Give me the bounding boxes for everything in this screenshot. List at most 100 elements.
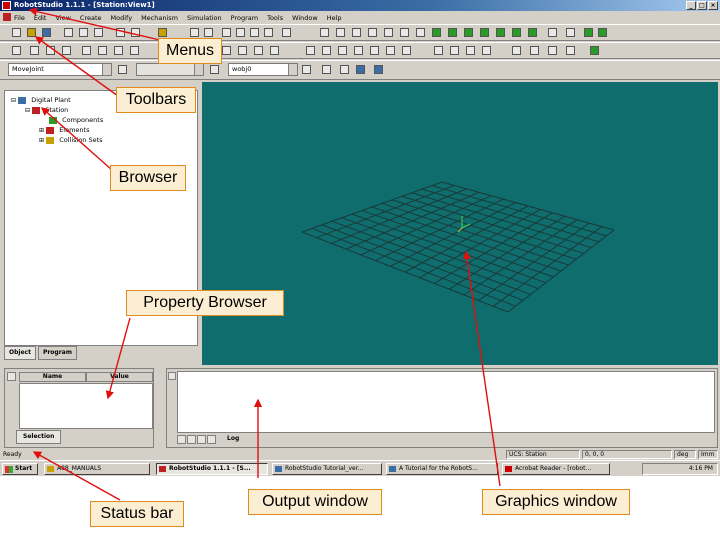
motion-type-select[interactable]: MoveJoint [8, 63, 112, 76]
close-button[interactable]: × [708, 1, 718, 10]
document-icon[interactable] [3, 13, 11, 21]
freehand-reorient-icon[interactable] [566, 46, 575, 55]
create-target-icon[interactable] [322, 65, 331, 74]
menu-program[interactable]: Program [231, 14, 258, 22]
cone-icon[interactable] [368, 28, 377, 37]
chevron-down-icon[interactable] [102, 64, 111, 75]
line-icon[interactable] [432, 28, 441, 37]
step-icon[interactable] [62, 46, 71, 55]
jog-linear-icon[interactable] [82, 46, 91, 55]
tree-item-digital-plant[interactable]: ⊟ Digital Plant [5, 95, 103, 105]
task-tutorial-doc[interactable]: RobotStudio Tutorial_ver... [272, 463, 382, 475]
teach-target-icon[interactable] [340, 65, 349, 74]
select-target-icon[interactable] [482, 46, 491, 55]
wobj-select[interactable]: wobj0 [228, 63, 298, 76]
play-icon[interactable] [12, 46, 21, 55]
menu-mechanism[interactable]: Mechanism [141, 14, 178, 22]
chevron-down-icon[interactable] [194, 64, 203, 75]
menu-help[interactable]: Help [327, 14, 342, 22]
wobj-settings-icon[interactable] [302, 65, 311, 74]
menu-simulation[interactable]: Simulation [187, 14, 222, 22]
menu-edit[interactable]: Edit [34, 14, 47, 22]
tool-settings-icon[interactable] [210, 65, 219, 74]
measure-point-icon[interactable] [306, 46, 315, 55]
tab-object[interactable]: Object [4, 346, 36, 360]
start-button[interactable]: Start [2, 463, 38, 475]
jog-reorient-icon[interactable] [114, 46, 123, 55]
tree-item-collision-sets[interactable]: ⊞ Collision Sets [5, 135, 103, 145]
menu-tools[interactable]: Tools [267, 14, 283, 22]
tab-program[interactable]: Program [37, 346, 77, 360]
torus-icon[interactable] [400, 28, 409, 37]
help-icon[interactable] [158, 28, 167, 37]
arc-icon[interactable] [448, 28, 457, 37]
new-icon[interactable] [12, 28, 21, 37]
menu-modify[interactable]: Modify [111, 14, 133, 22]
expand-icon[interactable]: ⊞ [39, 127, 44, 134]
cylinder-icon[interactable] [336, 28, 345, 37]
pause-icon[interactable] [46, 46, 55, 55]
union-icon[interactable] [566, 28, 575, 37]
menu-view[interactable]: View [55, 14, 70, 22]
task-a88-manuals[interactable]: A88_MANUALS [44, 463, 150, 475]
auto-path-icon[interactable] [374, 65, 383, 74]
extrude-icon[interactable] [548, 28, 557, 37]
tree-item-station[interactable]: ⊟ Station [5, 105, 103, 115]
last-tab-icon[interactable] [207, 435, 216, 444]
graphics-canvas[interactable] [202, 82, 718, 365]
tree-item-components[interactable]: Components [5, 115, 103, 125]
view-center-icon[interactable] [264, 28, 273, 37]
create-path-icon[interactable] [356, 65, 365, 74]
freehand-jog-icon[interactable] [548, 46, 557, 55]
select-curve-icon[interactable] [370, 46, 379, 55]
column-name[interactable]: Name [19, 372, 86, 382]
tab-log[interactable]: Log [227, 435, 239, 442]
intersect-icon[interactable] [584, 28, 593, 37]
copy-icon[interactable] [79, 28, 88, 37]
stop-icon[interactable] [30, 46, 39, 55]
graphics-window[interactable] [202, 82, 718, 365]
collapse-icon[interactable]: ⊟ [11, 97, 16, 104]
measure-diameter-icon[interactable] [338, 46, 347, 55]
motion-settings-icon[interactable] [118, 65, 127, 74]
prev-tab-icon[interactable] [187, 435, 196, 444]
select-surface-icon[interactable] [386, 46, 395, 55]
subtract-icon[interactable] [598, 28, 607, 37]
freehand-rotate-icon[interactable] [530, 46, 539, 55]
select-group-icon[interactable] [450, 46, 459, 55]
expand-icon[interactable]: ⊞ [39, 137, 44, 144]
snap-grid-icon[interactable] [270, 46, 279, 55]
minimize-icon[interactable] [168, 372, 176, 380]
tree-item-elements[interactable]: ⊞ Elements [5, 125, 103, 135]
minimize-button[interactable]: _ [686, 1, 696, 10]
jog-joint-icon[interactable] [98, 46, 107, 55]
menu-file[interactable]: File [14, 14, 25, 22]
measure-distance-icon[interactable] [354, 46, 363, 55]
select-mechanism-icon[interactable] [466, 46, 475, 55]
next-tab-icon[interactable] [197, 435, 206, 444]
tool-select[interactable] [136, 63, 204, 76]
multi-robot-icon[interactable] [590, 46, 599, 55]
task-robotstudio[interactable]: RobotStudio 1.1.1 - [S... [156, 463, 268, 475]
first-tab-icon[interactable] [177, 435, 186, 444]
pan-icon[interactable] [222, 28, 231, 37]
edge-icon[interactable] [512, 28, 521, 37]
cut-icon[interactable] [64, 28, 73, 37]
save-icon[interactable] [42, 28, 51, 37]
zoom-out-icon[interactable] [204, 28, 213, 37]
snap-edge-icon[interactable] [222, 46, 231, 55]
curve-icon[interactable] [480, 28, 489, 37]
menu-window[interactable]: Window [292, 14, 318, 22]
maximize-button[interactable]: □ [697, 1, 707, 10]
property-list[interactable] [19, 383, 153, 429]
task-tutorial-robotstudio[interactable]: A Tutorial for the RobotS... [386, 463, 498, 475]
freehand-move-icon[interactable] [512, 46, 521, 55]
snap-mid-icon[interactable] [254, 46, 263, 55]
sphere-icon[interactable] [352, 28, 361, 37]
paste-icon[interactable] [94, 28, 103, 37]
view-all-icon[interactable] [250, 28, 259, 37]
pyramid-icon[interactable] [384, 28, 393, 37]
column-value[interactable]: Value [86, 372, 153, 382]
menu-create[interactable]: Create [80, 14, 102, 22]
measure-angle-icon[interactable] [322, 46, 331, 55]
